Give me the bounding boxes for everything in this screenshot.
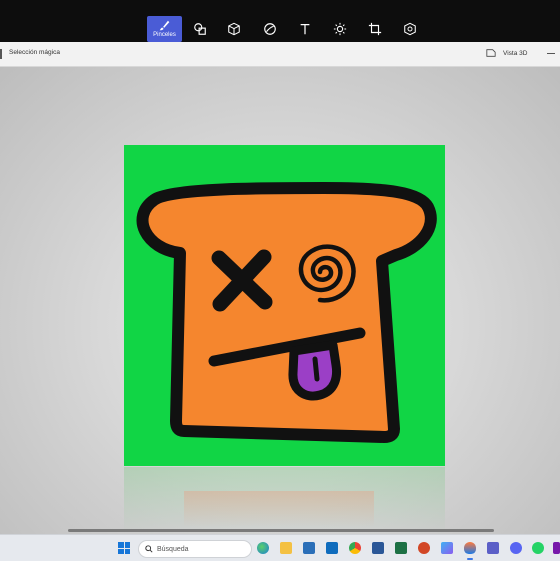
reflection-toast <box>184 491 374 527</box>
microsoft-store-icon[interactable] <box>303 542 315 554</box>
start-logo-tile <box>124 542 130 548</box>
whatsapp-icon[interactable] <box>532 542 544 554</box>
weather-app-icon[interactable] <box>257 542 269 554</box>
word-icon[interactable] <box>372 542 384 554</box>
toast-body <box>136 182 437 443</box>
windows-taskbar: Búsqueda <box>0 534 560 561</box>
file-explorer-icon[interactable] <box>280 542 292 554</box>
onenote-icon[interactable] <box>553 542 560 554</box>
text-tool-button[interactable] <box>292 16 318 42</box>
photos-icon[interactable] <box>441 542 453 554</box>
start-logo-tile <box>124 548 130 554</box>
start-button[interactable] <box>118 542 130 554</box>
search-icon <box>145 545 153 553</box>
3d-cube-icon <box>228 22 240 36</box>
text-icon <box>300 24 310 35</box>
view-3d-button[interactable]: Vista 3D <box>486 48 527 58</box>
taskbar-search[interactable]: Búsqueda <box>138 540 252 558</box>
chrome-icon[interactable] <box>349 542 361 554</box>
3d-shapes-tool-button[interactable] <box>221 16 247 42</box>
canvas-image[interactable] <box>124 145 445 466</box>
canvas-tool-button[interactable] <box>362 16 388 42</box>
stickers-tool-button[interactable] <box>257 16 283 42</box>
panel-edge-marker <box>0 49 2 59</box>
toast-character-drawing <box>124 145 445 466</box>
canvas-crop-icon <box>368 22 382 36</box>
horizontal-scrollbar[interactable] <box>68 529 494 532</box>
brushes-tool-label: Pinceles <box>153 32 176 38</box>
effects-sun-icon <box>333 22 347 36</box>
discord-icon[interactable] <box>510 542 522 554</box>
powerpoint-icon[interactable] <box>418 542 430 554</box>
search-placeholder: Búsqueda <box>157 545 189 553</box>
magic-select-button[interactable]: Selección mágica <box>9 49 60 56</box>
canvas-reflection <box>124 467 445 534</box>
more-options-dash[interactable] <box>547 53 555 54</box>
effects-tool-button[interactable] <box>327 16 353 42</box>
2d-shapes-tool-button[interactable] <box>187 16 213 42</box>
canvas-workspace <box>0 67 560 534</box>
brush-icon <box>159 20 170 31</box>
view-3d-icon <box>486 49 496 57</box>
start-logo-tile <box>118 548 124 554</box>
paint-3d-icon[interactable] <box>464 542 476 554</box>
outlook-icon[interactable] <box>326 542 338 554</box>
excel-icon[interactable] <box>395 542 407 554</box>
tongue-crease <box>312 356 320 382</box>
view-3d-label: Vista 3D <box>503 49 528 57</box>
3d-library-icon <box>404 22 416 36</box>
teams-icon[interactable] <box>487 542 499 554</box>
sticker-icon <box>264 23 276 35</box>
top-toolbar: Pinceles <box>0 0 560 42</box>
secondary-toolbar: Selección mágica Vista 3D <box>0 42 560 67</box>
3d-library-tool-button[interactable] <box>397 16 423 42</box>
2d-shapes-icon <box>194 23 206 35</box>
brushes-tool-button[interactable]: Pinceles <box>147 16 182 42</box>
start-logo-tile <box>118 542 124 548</box>
